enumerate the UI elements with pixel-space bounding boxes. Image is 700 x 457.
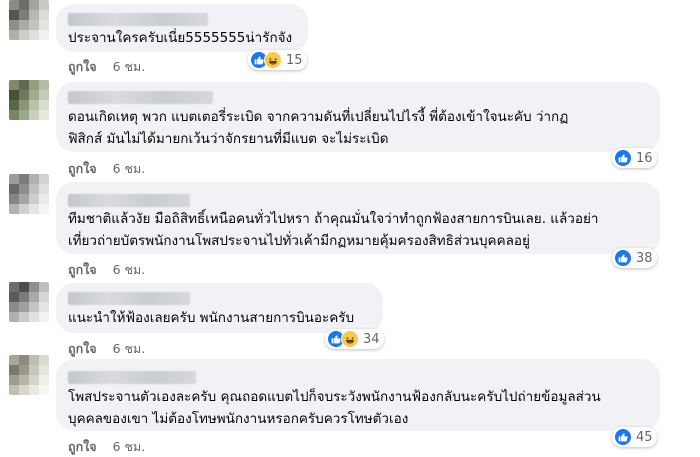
avatar[interactable] bbox=[9, 174, 49, 214]
author-name-blurred[interactable] bbox=[68, 292, 190, 305]
comment-text: ประจานใครครับเนี่ย5555555น่ารักจัง bbox=[68, 30, 293, 46]
like-button[interactable]: ถูกใจ bbox=[68, 260, 97, 280]
reaction-count: 34 bbox=[363, 331, 380, 347]
comment-actions: ถูกใจ 6 ชม. bbox=[68, 260, 145, 280]
avatar[interactable] bbox=[9, 282, 49, 322]
author-name-blurred[interactable] bbox=[68, 371, 196, 384]
author-name-blurred[interactable] bbox=[68, 194, 190, 207]
avatar[interactable] bbox=[9, 0, 49, 40]
reaction-count: 38 bbox=[636, 250, 653, 266]
avatar[interactable] bbox=[9, 355, 49, 395]
comment-text: แนะนำให้ฟ้องเลยครับ พนักงานสายการบินอะคร… bbox=[68, 310, 355, 326]
comment-actions: ถูกใจ 6 ชม. bbox=[68, 159, 145, 179]
timestamp[interactable]: 6 ชม. bbox=[113, 159, 146, 179]
like-reaction-icon bbox=[614, 149, 632, 167]
reaction-count: 15 bbox=[286, 52, 303, 68]
timestamp[interactable]: 6 ชม. bbox=[113, 437, 146, 457]
author-name-blurred[interactable] bbox=[68, 13, 208, 26]
like-button[interactable]: ถูกใจ bbox=[68, 437, 97, 457]
comment-text: ทีมชาติแล้วงัย มือถิสิทธิ์เหนือคนทั่วไปห… bbox=[68, 211, 599, 249]
comment-actions: ถูกใจ 6 ชม. bbox=[68, 57, 145, 77]
comment-actions: ถูกใจ 6 ชม. bbox=[68, 437, 145, 457]
reaction-summary[interactable]: 34 bbox=[325, 329, 384, 349]
haha-reaction-icon bbox=[264, 51, 282, 69]
reaction-summary[interactable]: 45 bbox=[612, 427, 657, 447]
like-reaction-icon bbox=[614, 428, 632, 446]
comment-bubble: ดอนเกิดเหตุ พวก แบตเตอรี่ระเบิด จากความด… bbox=[56, 82, 660, 152]
comment-bubble: โพสประจานตัวเองละครับ คุณถอดแบตไปก็จบระว… bbox=[56, 359, 660, 431]
comment-text: โพสประจานตัวเองละครับ คุณถอดแบตไปก็จบระว… bbox=[68, 389, 601, 427]
haha-reaction-icon bbox=[341, 330, 359, 348]
comment-actions: ถูกใจ 6 ชม. bbox=[68, 339, 145, 359]
reaction-summary[interactable]: 38 bbox=[612, 248, 657, 268]
author-name-blurred[interactable] bbox=[68, 91, 213, 104]
like-button[interactable]: ถูกใจ bbox=[68, 339, 97, 359]
like-button[interactable]: ถูกใจ bbox=[68, 57, 97, 77]
avatar[interactable] bbox=[9, 80, 49, 120]
comment-text: ดอนเกิดเหตุ พวก แบตเตอรี่ระเบิด จากความด… bbox=[68, 109, 569, 147]
reaction-count: 45 bbox=[636, 429, 653, 445]
comment-bubble: แนะนำให้ฟ้องเลยครับ พนักงานสายการบินอะคร… bbox=[56, 283, 383, 333]
comment-bubble: ประจานใครครับเนี่ย5555555น่ารักจัง bbox=[56, 4, 308, 52]
comment-bubble: ทีมชาติแล้วงัย มือถิสิทธิ์เหนือคนทั่วไปห… bbox=[56, 182, 660, 254]
timestamp[interactable]: 6 ชม. bbox=[113, 57, 146, 77]
reaction-count: 16 bbox=[636, 150, 653, 166]
timestamp[interactable]: 6 ชม. bbox=[113, 339, 146, 359]
reaction-summary[interactable]: 16 bbox=[612, 148, 657, 168]
like-reaction-icon bbox=[614, 249, 632, 267]
like-button[interactable]: ถูกใจ bbox=[68, 159, 97, 179]
reaction-summary[interactable]: 15 bbox=[248, 50, 307, 70]
timestamp[interactable]: 6 ชม. bbox=[113, 260, 146, 280]
